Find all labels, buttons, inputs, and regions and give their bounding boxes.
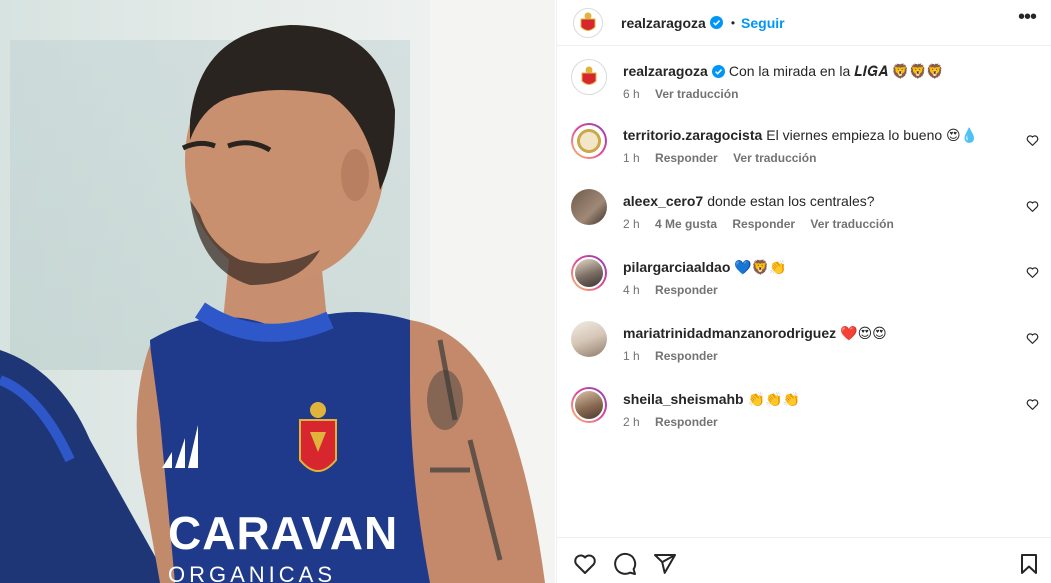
player-illustration [0,25,545,583]
caption-username[interactable]: realzaragoza [623,63,708,79]
separator-dot: • [730,15,736,30]
avatar[interactable] [571,189,607,225]
comment-body: 💙🦁👏 [734,259,787,275]
comment-body: donde estan los centrales? [707,193,875,209]
reply-button[interactable]: Responder [655,151,718,165]
translate-link[interactable]: Ver traducción [810,217,893,231]
comment-username[interactable]: aleex_cero7 [623,193,703,209]
comment-item: mariatrinidadmanzanorodriguez ❤️😍😍 1 h Re… [571,321,1041,367]
post-actions-bar [557,537,1051,583]
comment-time[interactable]: 1 h [623,349,640,363]
comments-list: realzaragoza Con la mirada en la 𝑳𝑰𝑮𝑨 🦁🦁🦁… [557,47,1051,537]
reply-button[interactable]: Responder [655,415,718,429]
caption-body: Con la mirada en la 𝑳𝑰𝑮𝑨 🦁🦁🦁 [728,63,944,79]
heart-icon[interactable] [1026,332,1039,345]
caption-time[interactable]: 6 h [623,87,640,101]
share-icon[interactable] [653,552,677,576]
avatar[interactable] [571,255,607,291]
avatar-image [573,389,605,421]
club-avatar[interactable] [573,7,603,38]
translate-link[interactable]: Ver traducción [655,87,738,101]
comment-meta: 4 h Responder [623,283,730,297]
comment-text: aleex_cero7 donde estan los centrales? [623,193,875,209]
comment-username[interactable]: sheila_sheismahb [623,391,744,407]
comment-time[interactable]: 4 h [623,283,640,297]
comment-meta: 1 h Responder Ver traducción [623,151,828,165]
comment-meta: 1 h Responder [623,349,730,363]
translate-link[interactable]: Ver traducción [733,151,816,165]
shirt-sponsor-sub: ORGANICAS [168,562,337,583]
verified-badge-icon [709,16,723,29]
avatar[interactable] [571,387,607,423]
reply-button[interactable]: Responder [732,217,795,231]
comment-text: mariatrinidadmanzanorodriguez ❤️😍😍 [623,325,887,342]
post-photo[interactable]: CARAVAN ORGANICAS [0,0,555,583]
comment-username[interactable]: pilargarciaaldao [623,259,730,275]
bookmark-icon[interactable] [1017,552,1041,576]
reply-button[interactable]: Responder [655,283,718,297]
club-crest-icon [581,66,597,85]
comment-item: territorio.zaragocista El viernes empieza… [571,123,1041,169]
comment-body: 👏👏👏 [747,391,800,407]
caption-text: realzaragoza Con la mirada en la 𝑳𝑰𝑮𝑨 🦁🦁🦁 [623,63,944,80]
shirt-sponsor: CARAVAN [168,507,399,559]
comment-item: sheila_sheismahb 👏👏👏 2 h Responder [571,387,1041,433]
comment-icon[interactable] [613,552,637,576]
avatar[interactable] [571,123,607,159]
avatar[interactable] [571,59,607,95]
heart-icon[interactable] [1026,266,1039,279]
heart-icon[interactable] [1026,398,1039,411]
avatar[interactable] [571,321,607,357]
more-options-icon[interactable]: ••• [1018,6,1037,29]
comment-item: aleex_cero7 donde estan los centrales? 2 … [571,189,1041,235]
post-author-username[interactable]: realzaragoza [621,15,706,31]
reply-button[interactable]: Responder [655,349,718,363]
comment-text: pilargarciaaldao 💙🦁👏 [623,259,787,276]
post-sidebar: realzaragoza • Seguir ••• realzaragoza Co… [556,0,1051,583]
heart-icon[interactable] [1026,200,1039,213]
comment-username[interactable]: territorio.zaragocista [623,127,762,143]
comment-meta: 2 h 4 Me gusta Responder Ver traducción [623,217,906,231]
comment-body: ❤️😍😍 [840,325,887,341]
verified-badge-icon [711,65,725,78]
likes-count[interactable]: 4 Me gusta [655,217,717,231]
avatar-image [573,257,605,289]
comment-time[interactable]: 2 h [623,415,640,429]
avatar-image [573,125,605,157]
follow-button[interactable]: Seguir [741,15,785,31]
comment-item: pilargarciaaldao 💙🦁👏 4 h Responder [571,255,1041,301]
club-crest-icon [580,12,596,31]
comment-time[interactable]: 2 h [623,217,640,231]
comment-text: sheila_sheismahb 👏👏👏 [623,391,800,408]
comment-text: territorio.zaragocista El viernes empieza… [623,127,978,144]
heart-icon[interactable] [573,552,597,576]
comment-username[interactable]: mariatrinidadmanzanorodriguez [623,325,836,341]
comment-body: El viernes empieza lo bueno 😍💧 [766,127,979,143]
caption-meta: 6 h Ver traducción [623,87,750,101]
comment-meta: 2 h Responder [623,415,730,429]
heart-icon[interactable] [1026,134,1039,147]
post-header: realzaragoza • Seguir ••• [557,0,1051,46]
comment-time[interactable]: 1 h [623,151,640,165]
caption: realzaragoza Con la mirada en la 𝑳𝑰𝑮𝑨 🦁🦁🦁… [571,59,1041,105]
